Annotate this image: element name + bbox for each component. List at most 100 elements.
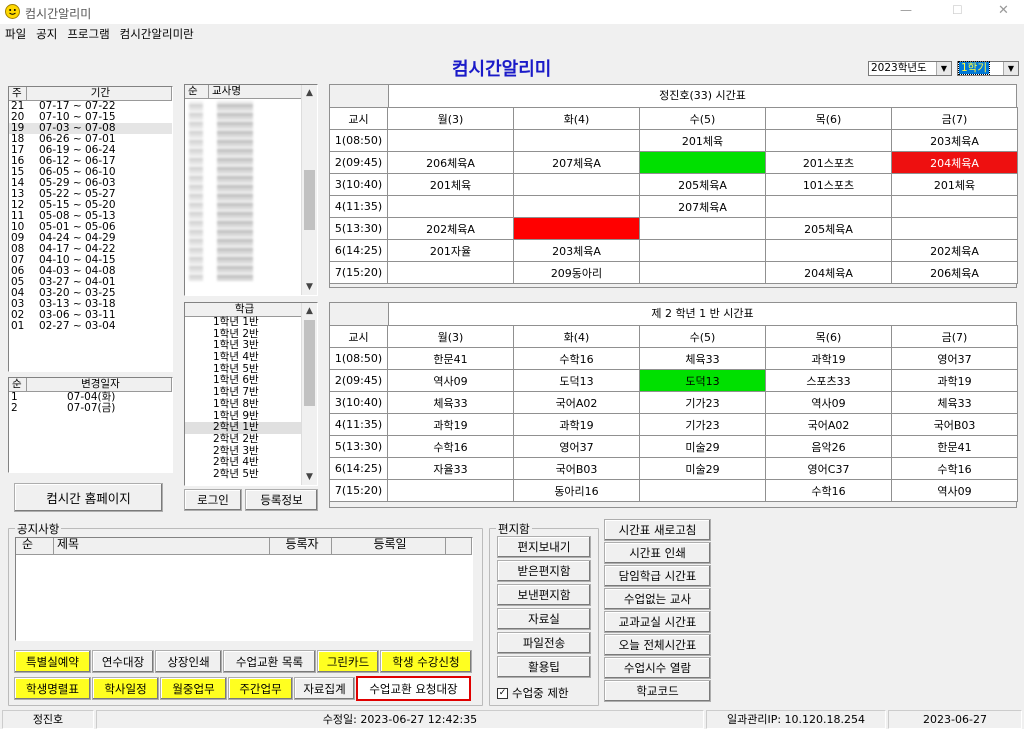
timetable-cell[interactable]: 과학19 — [513, 413, 640, 436]
maximize-button[interactable]: ☐ — [952, 3, 963, 17]
student-roster-button[interactable]: 학생명렬표 — [14, 677, 91, 700]
homeroom-timetable-button[interactable]: 담임학급 시간표 — [604, 565, 711, 587]
academic-calendar-button[interactable]: 학사일정 — [92, 677, 159, 700]
scroll-up-icon[interactable]: ▲ — [302, 85, 317, 101]
timetable-cell[interactable] — [765, 129, 892, 152]
change-row[interactable]: 2 07-07(금) — [9, 403, 172, 414]
timetable-cell[interactable]: 음악26 — [765, 435, 892, 458]
timetable-cell[interactable] — [387, 195, 514, 218]
timetable-cell[interactable] — [639, 217, 766, 240]
menu-notice[interactable]: 공지 — [36, 26, 57, 44]
timetable-cell[interactable] — [513, 217, 640, 240]
timetable-cell[interactable]: 체육33 — [639, 347, 766, 370]
teacher-list[interactable]: 순 교사명 ▲ ▼ — [184, 84, 318, 296]
menu-program[interactable]: 프로그램 — [67, 26, 109, 44]
timetable-cell[interactable]: 수학16 — [387, 435, 514, 458]
timetable-cell[interactable]: 201체육 — [639, 129, 766, 152]
minimize-button[interactable]: — — [900, 3, 912, 17]
class-row[interactable]: 1학년 4반 — [185, 352, 302, 364]
class-hours-view-button[interactable]: 수업시수 열람 — [604, 657, 711, 679]
timetable-cell[interactable]: 201스포츠 — [765, 151, 892, 174]
timetable-cell[interactable]: 도덕13 — [513, 369, 640, 392]
refresh-timetable-button[interactable]: 시간표 새로고침 — [604, 519, 711, 541]
timetable-cell[interactable]: 206체육A — [891, 261, 1018, 284]
timetable-cell[interactable] — [639, 239, 766, 262]
timetable-cell[interactable]: 206체육A — [387, 151, 514, 174]
training-ledger-button[interactable]: 연수대장 — [92, 650, 154, 673]
timetable-cell[interactable]: 역사09 — [765, 391, 892, 414]
timetable-cell[interactable]: 과학19 — [891, 369, 1018, 392]
data-aggregate-button[interactable]: 자료집계 — [294, 677, 355, 700]
login-button[interactable]: 로그인 — [184, 489, 242, 511]
monthly-work-button[interactable]: 월중업무 — [160, 677, 227, 700]
timetable-cell[interactable]: 과학19 — [765, 347, 892, 370]
timetable-cell[interactable]: 201체육 — [891, 173, 1018, 196]
student-course-enroll-button[interactable]: 학생 수강신청 — [380, 650, 472, 673]
menu-about[interactable]: 컴시간알리미란 — [120, 26, 194, 44]
timetable-cell[interactable]: 205체육A — [765, 217, 892, 240]
free-teachers-button[interactable]: 수업없는 교사 — [604, 588, 711, 610]
school-code-button[interactable]: 학교코드 — [604, 680, 711, 702]
class-row[interactable]: 2학년 2반 — [185, 434, 302, 446]
send-mail-button[interactable]: 편지보내기 — [497, 536, 591, 558]
class-swap-list-button[interactable]: 수업교환 목록 — [223, 650, 316, 673]
award-print-button[interactable]: 상장인쇄 — [155, 650, 222, 673]
timetable-cell[interactable] — [639, 261, 766, 284]
timetable-cell[interactable]: 과학19 — [387, 413, 514, 436]
timetable-cell[interactable]: 수학16 — [891, 457, 1018, 480]
timetable-cell[interactable]: 204체육A — [891, 151, 1018, 174]
class-time-limit-checkbox[interactable]: ✓ 수업중 제한 — [497, 685, 569, 701]
timetable-cell[interactable]: 도덕13 — [639, 369, 766, 392]
timetable-cell[interactable]: 209동아리 — [513, 261, 640, 284]
timetable-cell[interactable]: 207체육A — [639, 195, 766, 218]
timetable-cell[interactable]: 영어37 — [891, 347, 1018, 370]
timetable-cell[interactable]: 204체육A — [765, 261, 892, 284]
timetable-cell[interactable]: 기가23 — [639, 391, 766, 414]
scroll-up-icon[interactable]: ▲ — [302, 303, 317, 319]
class-list[interactable]: 학급 1학년 1반 1학년 2반 1학년 3반 1학년 4반 1학년 5반 1학년 6반 1… — [184, 302, 318, 486]
class-row[interactable]: 1학년 1반 — [185, 317, 302, 329]
timetable-cell[interactable]: 한문41 — [387, 347, 514, 370]
scroll-thumb[interactable] — [304, 170, 315, 230]
timetable-cell[interactable] — [765, 239, 892, 262]
teacher-list-scrollbar[interactable]: ▲ ▼ — [301, 85, 317, 295]
class-list-scrollbar[interactable]: ▲ ▼ — [301, 303, 317, 485]
inbox-button[interactable]: 받은편지함 — [497, 560, 591, 582]
checkbox-checked-icon[interactable]: ✓ — [497, 687, 508, 699]
timetable-cell[interactable]: 국어B03 — [891, 413, 1018, 436]
green-card-button[interactable]: 그린카드 — [317, 650, 379, 673]
timetable-cell[interactable]: 207체육A — [513, 151, 640, 174]
timetable-cell[interactable]: 미술29 — [639, 457, 766, 480]
timetable-cell[interactable] — [387, 129, 514, 152]
close-button[interactable]: ✕ — [998, 3, 1009, 18]
timetable-cell[interactable]: 동아리16 — [513, 479, 640, 502]
scroll-down-icon[interactable]: ▼ — [302, 279, 317, 295]
timetable-cell[interactable]: 202체육A — [387, 217, 514, 240]
sent-mail-button[interactable]: 보낸편지함 — [497, 584, 591, 606]
timetable-cell[interactable]: 한문41 — [891, 435, 1018, 458]
timetable-cell[interactable]: 자율33 — [387, 457, 514, 480]
timetable-cell[interactable] — [513, 195, 640, 218]
timetable-cell[interactable]: 기가23 — [639, 413, 766, 436]
archive-button[interactable]: 자료실 — [497, 608, 591, 630]
timetable-cell[interactable] — [891, 195, 1018, 218]
timetable-cell[interactable] — [513, 129, 640, 152]
timetable-cell[interactable]: 영어37 — [513, 435, 640, 458]
timetable-cell[interactable]: 205체육A — [639, 173, 766, 196]
year-select[interactable]: 2023학년도 ▼ — [868, 61, 952, 76]
timetable-cell[interactable]: 역사09 — [891, 479, 1018, 502]
timetable-cell[interactable] — [513, 173, 640, 196]
timetable-cell[interactable]: 국어B03 — [513, 457, 640, 480]
timetable-cell[interactable]: 영어C37 — [765, 457, 892, 480]
timetable-cell[interactable]: 국어A02 — [513, 391, 640, 414]
timetable-cell[interactable]: 수학16 — [513, 347, 640, 370]
timetable-cell[interactable]: 203체육A — [891, 129, 1018, 152]
term-select[interactable]: 1학기 ▼ — [957, 61, 1019, 76]
notice-list[interactable]: 순 제목 등록자 등록일 — [15, 537, 473, 641]
timetable-cell[interactable] — [387, 261, 514, 284]
weekly-work-button[interactable]: 주간업무 — [228, 677, 293, 700]
timetable-cell[interactable] — [639, 151, 766, 174]
timetable-cell[interactable]: 101스포츠 — [765, 173, 892, 196]
special-room-reservation-button[interactable]: 특별실예약 — [14, 650, 91, 673]
class-row[interactable]: 1학년 8반 — [185, 398, 302, 411]
